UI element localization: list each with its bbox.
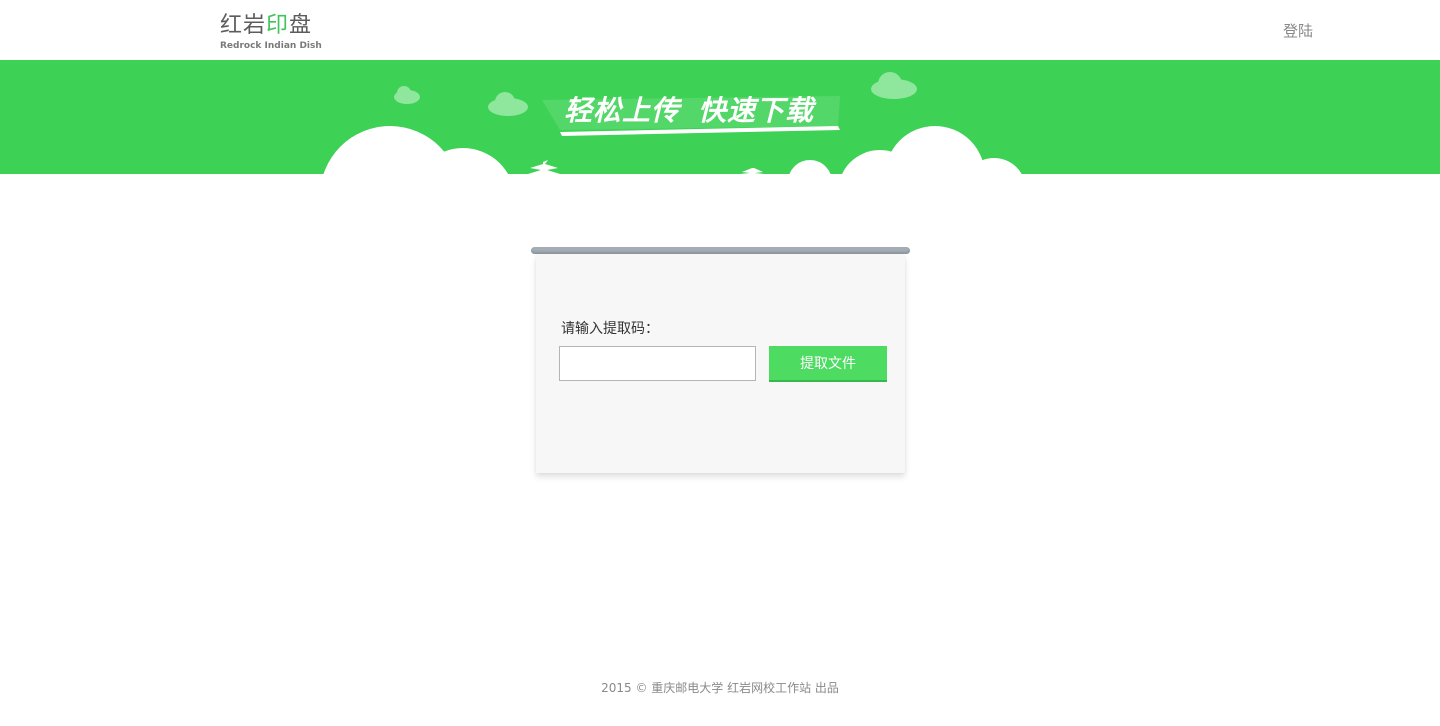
slogan-part2: 快速下载 [698,94,815,127]
slogan-text: 轻松上传 快速下载 [564,94,814,128]
logo-text-accent: 印 [266,13,290,38]
login-link[interactable]: 登陆 [1283,20,1313,42]
extract-code-label: 请输入提取码： [561,321,659,337]
extract-code-card: 请输入提取码： 提取文件 [536,255,905,473]
site-logo[interactable]: 红岩印盘 Redrock Indian Dish [220,12,330,54]
logo-text-part1: 红岩 [220,13,267,38]
slogan-part1: 轻松上传 [564,94,681,127]
extract-code-input[interactable] [559,346,756,381]
banner-slogan: 轻松上传 快速下载 [540,86,840,136]
hero-banner: 轻松上传 快速下载 [0,60,1440,174]
palm-tufts [528,160,764,174]
footer-credit: 2015 © 重庆邮电大学 红岩网校工作站 出品 [601,681,839,695]
top-navbar: 红岩印盘 Redrock Indian Dish 登陆 [0,0,1440,60]
card-top-bar [531,247,910,254]
logo-chinese-text: 红岩印盘 [220,12,312,40]
logo-english-text: Redrock Indian Dish [220,41,322,51]
extract-file-button[interactable]: 提取文件 [769,346,887,382]
logo-text-part2: 盘 [289,13,313,38]
